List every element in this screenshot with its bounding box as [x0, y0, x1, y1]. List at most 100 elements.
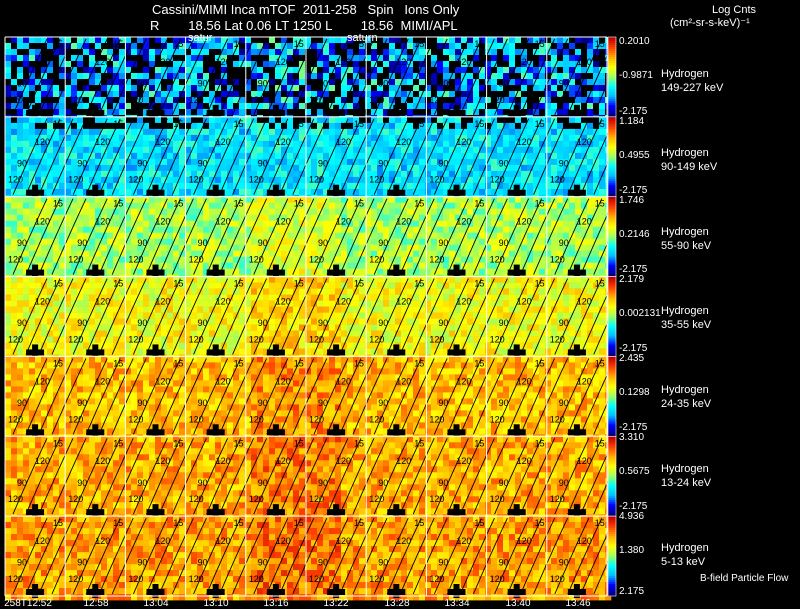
heatmap-cell: [293, 85, 300, 92]
contour-label: 120: [95, 217, 110, 227]
heatmap-cell: [5, 73, 12, 80]
heatmap-cell: [335, 67, 342, 74]
heatmap-cell: [155, 37, 162, 44]
heatmap-cell: [293, 250, 300, 257]
heatmap-cell: [311, 55, 318, 62]
heatmap-cell: [383, 55, 390, 62]
heatmap-cell: [83, 67, 90, 74]
heatmap-cell: [131, 152, 138, 160]
heatmap-cell: [311, 158, 318, 166]
heatmap-cell: [509, 196, 516, 203]
heatmap-cell: [215, 37, 222, 44]
heatmap-cell: [167, 232, 174, 239]
heatmap-cell: [203, 67, 210, 74]
heatmap-cell: [467, 182, 474, 190]
heatmap-cell: [5, 202, 12, 209]
contour-label: 120: [35, 217, 50, 227]
heatmap-cell: [131, 79, 138, 86]
heatmap-cell: [77, 268, 84, 275]
heatmap-cell: [473, 250, 480, 257]
heatmap-cell: [167, 276, 174, 283]
heatmap-cell: [563, 214, 570, 221]
heatmap-cell: [179, 103, 186, 110]
heatmap-cell: [407, 238, 414, 245]
heatmap-cell: [593, 220, 600, 227]
heatmap-cell: [599, 49, 606, 56]
heatmap-cell: [215, 122, 222, 130]
heatmap-cell: [11, 55, 18, 62]
heatmap-cell: [491, 152, 498, 160]
heatmap-cell: [41, 170, 48, 178]
heatmap-cell: [335, 208, 342, 215]
heatmap-cell: [509, 55, 516, 62]
heatmap-cell: [209, 238, 216, 245]
heatmap-cell: [65, 37, 72, 44]
heatmap-cell: [485, 61, 492, 68]
heatmap-cell: [287, 176, 294, 184]
heatmap-cell: [461, 170, 468, 178]
heatmap-cell: [311, 164, 318, 172]
heatmap-cell: [395, 73, 402, 80]
heatmap-cell: [491, 244, 498, 251]
heatmap-cell: [239, 128, 246, 136]
heatmap-cell: [347, 202, 354, 209]
heatmap-cell: [125, 244, 132, 251]
heatmap-cell: [5, 288, 12, 295]
contour-label: 120: [216, 217, 231, 227]
heatmap-cell: [353, 244, 360, 251]
contour-label: 90: [77, 238, 87, 248]
heatmap-cell: [503, 67, 510, 74]
heatmap-cell: [497, 116, 504, 124]
heatmap-cell: [335, 196, 342, 203]
heatmap-cell: [197, 220, 204, 227]
heatmap-cell: [449, 276, 456, 283]
heatmap-cell: [149, 244, 156, 251]
heatmap-cell: [191, 238, 198, 245]
heatmap-cell: [533, 146, 540, 154]
heatmap-cell: [431, 164, 438, 172]
heatmap-cell: [125, 85, 132, 92]
heatmap-cell: [551, 214, 558, 221]
heatmap-cell: [563, 55, 570, 62]
heatmap-cell: [263, 67, 270, 74]
heatmap-cell: [497, 220, 504, 227]
heatmap-cell: [293, 170, 300, 178]
heatmap-cell: [5, 276, 12, 283]
heatmap-cell: [533, 244, 540, 251]
heatmap-cell: [209, 85, 216, 92]
heatmap-cell: [359, 49, 366, 56]
heatmap-cell: [515, 226, 522, 233]
heatmap-cell: [59, 188, 66, 196]
heatmap-cell: [161, 196, 168, 203]
heatmap-cell: [155, 232, 162, 239]
heatmap-cell: [275, 196, 282, 203]
heatmap-cell: [179, 109, 186, 116]
heatmap-cell: [143, 140, 150, 148]
heatmap-cell: [557, 37, 564, 44]
heatmap-cell: [269, 164, 276, 172]
heatmap-cell: [377, 188, 384, 196]
heatmap-cell: [419, 152, 426, 160]
heatmap-cell: [443, 288, 450, 295]
heatmap-cell: [107, 256, 114, 263]
heatmap-cell: [107, 97, 114, 104]
heatmap-cell: [107, 152, 114, 160]
heatmap-cell: [11, 43, 18, 50]
heatmap-cell: [449, 116, 456, 124]
heatmap-cell: [83, 134, 90, 142]
heatmap-cell: [401, 170, 408, 178]
heatmap-cell: [599, 158, 606, 166]
heatmap-cell: [569, 202, 576, 209]
heatmap-cell: [5, 122, 12, 130]
heatmap-cell: [515, 276, 522, 283]
contour-label: 120: [550, 175, 565, 185]
heatmap-cell: [263, 140, 270, 148]
heatmap-cell: [323, 61, 330, 68]
heatmap-cell: [455, 288, 462, 295]
heatmap-cell: [203, 146, 210, 154]
contour-label: 90: [198, 238, 208, 248]
heatmap-cell: [167, 282, 174, 289]
heatmap-cell: [23, 134, 30, 142]
heatmap-cell: [431, 288, 438, 295]
heatmap-cell: [299, 103, 306, 110]
